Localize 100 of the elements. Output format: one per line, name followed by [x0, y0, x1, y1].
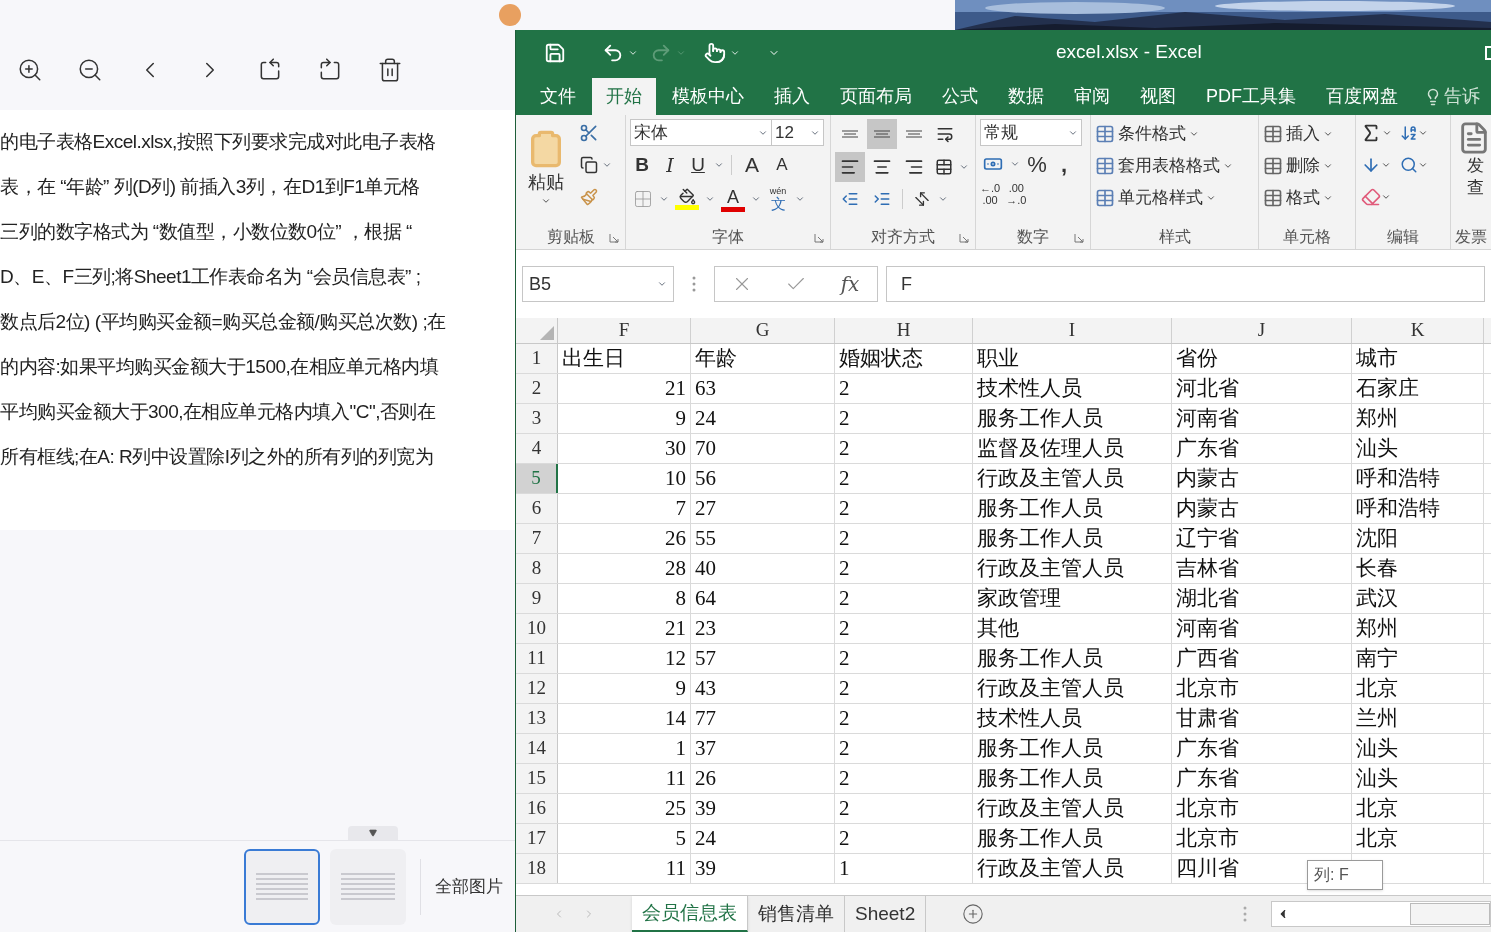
ribbon-tab[interactable]: 页面布局	[826, 78, 926, 115]
ribbon-tab[interactable]: PDF工具集	[1192, 78, 1310, 115]
all-images-button[interactable]: 全部图片	[435, 873, 503, 900]
font-size-field[interactable]: 12	[772, 119, 824, 146]
font-color-button[interactable]: A	[718, 185, 748, 213]
ribbon-tab[interactable]: 开始	[592, 78, 656, 115]
ribbon-tab[interactable]: 模板中心	[658, 78, 758, 115]
cells-button[interactable]: 插入	[1263, 119, 1333, 149]
paste-button[interactable]: 粘贴	[522, 119, 570, 215]
row-header[interactable]: 5	[516, 464, 558, 493]
dialog-launcher-icon[interactable]	[814, 233, 824, 243]
grow-font-button[interactable]: A	[739, 152, 765, 178]
sheet-tab[interactable]: Sheet2	[845, 896, 927, 932]
table-cell: 23	[691, 614, 835, 643]
italic-button[interactable]: I	[658, 152, 682, 178]
sheet-tab[interactable]: 会员信息表	[632, 896, 748, 932]
row-header[interactable]: 15	[516, 764, 558, 793]
row-header[interactable]: 9	[516, 584, 558, 613]
table-cell: 5	[558, 824, 691, 853]
row-header[interactable]: 18	[516, 854, 558, 883]
splitter-icon[interactable]	[1243, 906, 1247, 922]
table-icon	[1095, 188, 1115, 208]
row-header[interactable]: 16	[516, 794, 558, 823]
ribbon-tab[interactable]: 公式	[928, 78, 992, 115]
name-box[interactable]: B5	[522, 266, 674, 302]
select-all-icon[interactable]	[540, 326, 554, 340]
table-cell: 行政及主管人员	[973, 464, 1172, 493]
ribbon-tab[interactable]: 插入	[760, 78, 824, 115]
row-header[interactable]: 4	[516, 434, 558, 463]
table-cell: 21	[558, 374, 691, 403]
row-header[interactable]: 17	[516, 824, 558, 853]
cells-button[interactable]: 格式	[1263, 183, 1333, 213]
comma-button[interactable]: ,	[1054, 151, 1074, 177]
page-thumbnail[interactable]	[330, 848, 406, 925]
table-cell: 28	[558, 554, 691, 583]
cells-button[interactable]: 删除	[1263, 151, 1333, 181]
row-header[interactable]: 2	[516, 374, 558, 403]
table-cell: 其他	[973, 614, 1172, 643]
number-format-field[interactable]: 常规	[980, 119, 1082, 146]
ribbon-tab[interactable]: 视图	[1126, 78, 1190, 115]
row-header[interactable]: 8	[516, 554, 558, 583]
table-cell: 56	[691, 464, 835, 493]
table-cell: 内蒙古	[1172, 464, 1352, 493]
collapse-icon[interactable]	[368, 829, 377, 837]
align-left-icon	[840, 157, 860, 177]
styles-button[interactable]: 条件格式	[1095, 119, 1233, 149]
row-header[interactable]: 3	[516, 404, 558, 433]
row-header[interactable]: 13	[516, 704, 558, 733]
table-cell: 55	[691, 524, 835, 553]
pointing-hand-icon	[704, 41, 726, 64]
table-cell: 汕头	[1352, 764, 1484, 793]
column-header[interactable]: K	[1352, 318, 1484, 343]
row-header[interactable]: 12	[516, 674, 558, 703]
dialog-launcher-icon[interactable]	[609, 233, 619, 243]
ribbon-tab[interactable]: 文件	[526, 78, 590, 115]
horizontal-align-button[interactable]	[835, 152, 865, 182]
row-header[interactable]: 7	[516, 524, 558, 553]
underline-button[interactable]: U	[686, 152, 710, 178]
formula-field[interactable]: F	[886, 266, 1485, 302]
page-thumbnail[interactable]	[244, 848, 320, 925]
tell-me-button[interactable]: 告诉	[1414, 78, 1480, 115]
row-header[interactable]: 6	[516, 494, 558, 523]
font-name-field[interactable]: 宋体	[630, 119, 772, 146]
ribbon-tab[interactable]: 百度网盘	[1312, 78, 1412, 115]
bold-button[interactable]: B	[630, 152, 654, 178]
phonetic-button[interactable]: wén 文	[764, 185, 792, 213]
table-cell: 湖北省	[1172, 584, 1352, 613]
table-cell: 9	[558, 674, 691, 703]
decrease-decimal-button[interactable]: .00 →.0	[1006, 182, 1027, 206]
avatar[interactable]	[499, 4, 521, 26]
ribbon-tab[interactable]: 数据	[994, 78, 1058, 115]
column-header[interactable]: F	[558, 318, 691, 343]
styles-button[interactable]: 单元格样式	[1095, 183, 1233, 213]
paintbrush-icon	[580, 188, 598, 206]
table-icon	[1095, 124, 1115, 144]
row-header[interactable]: 10	[516, 614, 558, 643]
percent-button[interactable]: %	[1024, 151, 1050, 177]
dialog-launcher-icon[interactable]	[1074, 233, 1084, 243]
dialog-launcher-icon[interactable]	[959, 233, 969, 243]
row-header[interactable]: 14	[516, 734, 558, 763]
table-cell: 吉林省	[1172, 554, 1352, 583]
shrink-font-button[interactable]: A	[769, 152, 795, 178]
table-cell: 39	[691, 794, 835, 823]
insert-function-button[interactable]: fx	[835, 269, 865, 299]
column-header[interactable]: J	[1172, 318, 1352, 343]
ribbon-tab[interactable]: 审阅	[1060, 78, 1124, 115]
column-header[interactable]: G	[691, 318, 835, 343]
sheet-tab[interactable]: 销售清单	[748, 896, 845, 932]
invoice-check-button[interactable]: 发 查	[1466, 155, 1484, 199]
table-cell: 南宁	[1352, 644, 1484, 673]
table-cell: 7	[558, 494, 691, 523]
row-header[interactable]: 1	[516, 344, 558, 373]
column-header[interactable]: I	[973, 318, 1172, 343]
styles-button[interactable]: 套用表格格式	[1095, 151, 1233, 181]
increase-decimal-button[interactable]: ←.0 .00	[980, 182, 1001, 206]
horizontal-scrollbar[interactable]	[1271, 901, 1491, 927]
row-header[interactable]: 11	[516, 644, 558, 673]
column-header[interactable]: H	[835, 318, 973, 343]
table-cell: 2	[835, 704, 973, 733]
table-cell: 12	[558, 644, 691, 673]
